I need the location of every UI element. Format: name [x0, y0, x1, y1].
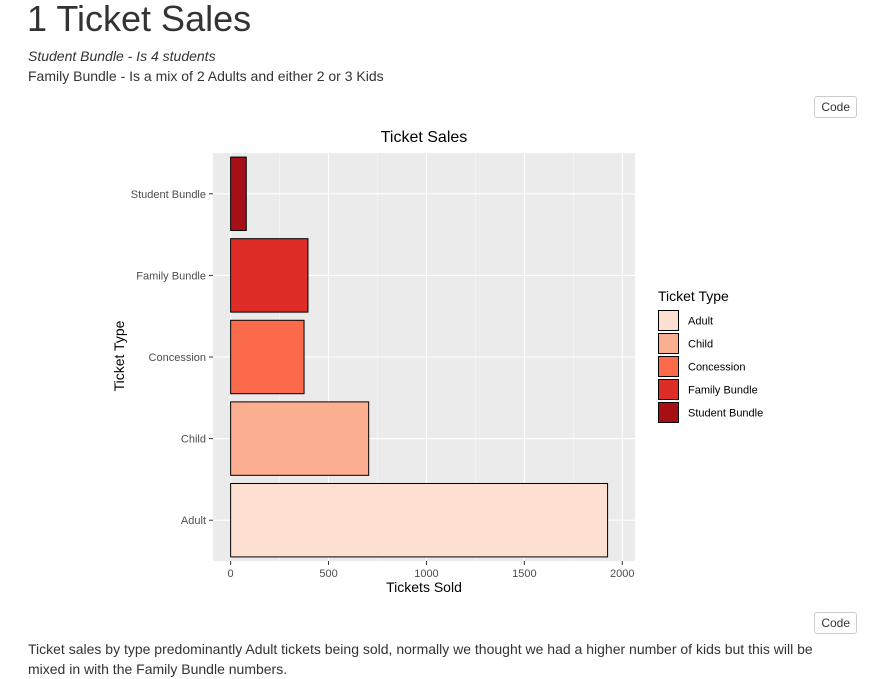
x-tick-label: 0	[228, 568, 234, 580]
legend-title: Ticket Type	[658, 288, 729, 304]
legend-swatch	[658, 333, 679, 354]
y-axis-label: Ticket Type	[111, 320, 127, 391]
family-bundle-note: Family Bundle - Is a mix of 2 Adults and…	[28, 68, 384, 84]
legend-swatch	[658, 402, 679, 423]
legend-swatch	[658, 356, 679, 377]
x-axis-label: Tickets Sold	[386, 579, 462, 595]
x-tick-label: 500	[319, 568, 337, 580]
legend-swatch	[658, 379, 679, 400]
y-tick-label: Adult	[181, 515, 206, 527]
y-tick-label: Student Bundle	[131, 189, 206, 201]
y-tick-label: Child	[181, 434, 206, 446]
summary-text: Ticket sales by type predominantly Adult…	[28, 641, 813, 677]
legend: Ticket Type Adult Child Concession Family B…	[658, 288, 763, 423]
code-button-2[interactable]: Code	[814, 612, 857, 634]
bar-concession	[230, 319, 305, 395]
legend-swatch	[658, 310, 679, 331]
page-title: 1 Ticket Sales	[27, 0, 252, 39]
code-button[interactable]: Code	[814, 96, 857, 118]
bar-family-bundle	[230, 238, 309, 313]
legend-label: Student Bundle	[688, 408, 763, 420]
y-tick-label: Concession	[149, 352, 206, 364]
bar-student-bundle	[230, 156, 247, 232]
bar-child	[230, 401, 370, 476]
x-tick-label: 1500	[512, 568, 536, 580]
legend-label: Family Bundle	[688, 385, 758, 397]
legend-label: Adult	[688, 316, 713, 328]
x-tick-label: 2000	[610, 568, 634, 580]
y-tick-label: Family Bundle	[136, 270, 206, 282]
student-bundle-note: Student Bundle - Is 4 students	[28, 48, 216, 64]
legend-label: Concession	[688, 362, 745, 374]
legend-label: Child	[688, 339, 713, 351]
bar-adult	[230, 482, 609, 558]
ticket-sales-chart: Ticket Sales Adult Child Concession Family …	[111, 129, 763, 595]
chart-title: Ticket Sales	[381, 129, 468, 146]
